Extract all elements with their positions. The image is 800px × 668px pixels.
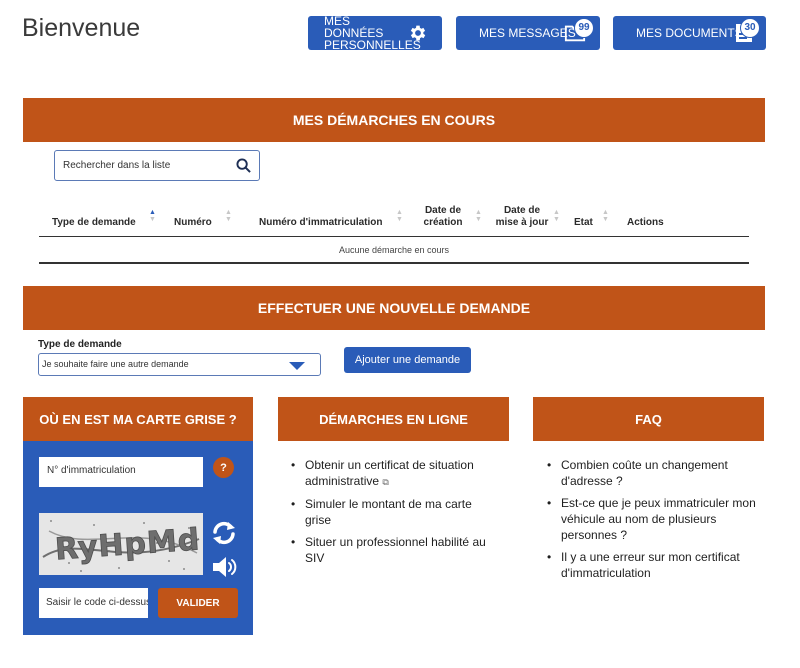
faq-link[interactable]: Il y a une erreur sur mon certificat d'i… xyxy=(561,550,740,580)
sort-icon[interactable]: ▲ xyxy=(225,209,232,216)
validate-button[interactable]: VALIDER xyxy=(158,588,238,618)
list-item[interactable]: Simuler le montant de ma carte grise xyxy=(291,496,501,528)
captcha-code-placeholder: Saisir le code ci-dessus xyxy=(46,597,148,608)
column-header-status[interactable]: Etat xyxy=(574,217,593,229)
add-request-button[interactable]: Ajouter une demande xyxy=(344,347,471,373)
sort-icon[interactable]: ▼ xyxy=(396,216,403,223)
online-procedure-link[interactable]: Situer un professionnel habilité au SIV xyxy=(305,535,486,565)
refresh-icon[interactable] xyxy=(211,521,237,550)
list-search-input[interactable] xyxy=(55,151,225,180)
faq-list: Combien coûte un changement d'adresse ? … xyxy=(547,457,757,587)
carte-grise-status-panel: N° d'immatriculation ? RyHpMd Saisir le … xyxy=(23,441,253,635)
captcha-image: RyHpMd xyxy=(39,513,203,575)
speaker-icon[interactable] xyxy=(211,555,239,584)
messages-button[interactable]: MES MESSAGES 99 xyxy=(456,16,600,50)
column-header-number[interactable]: Numéro xyxy=(174,217,212,229)
carte-grise-status-header: OÙ EN EST MA CARTE GRISE ? xyxy=(23,397,253,441)
external-link-icon: ⧉ xyxy=(382,477,389,487)
online-procedures-header: DÉMARCHES EN LIGNE xyxy=(278,397,509,441)
column-header-actions: Actions xyxy=(627,217,664,228)
column-header-type[interactable]: Type de demande xyxy=(52,217,136,229)
procedures-table-header: Type de demande ▲ ▼ Numéro ▲ ▼ Numéro d'… xyxy=(39,200,749,237)
sort-icon[interactable]: ▲ xyxy=(396,209,403,216)
online-procedure-link[interactable]: Simuler le montant de ma carte grise xyxy=(305,497,472,527)
sort-icon[interactable]: ▲ xyxy=(602,209,609,216)
list-item[interactable]: Est-ce que je peux immatriculer mon véhi… xyxy=(547,495,757,543)
list-search-box[interactable] xyxy=(54,150,260,181)
column-header-immatriculation[interactable]: Numéro d'immatriculation xyxy=(259,217,383,229)
sort-desc-icon[interactable]: ▼ xyxy=(149,216,156,223)
list-item[interactable]: Obtenir un certificat de situation admin… xyxy=(291,457,501,490)
current-procedures-header: MES DÉMARCHES EN COURS xyxy=(23,98,765,142)
faq-header: FAQ xyxy=(533,397,764,441)
documents-button[interactable]: MES DOCUMENTS 30 xyxy=(613,16,766,50)
immatriculation-input[interactable]: N° d'immatriculation xyxy=(39,457,203,487)
personal-data-label: MES DONNÉES PERSONNELLES xyxy=(324,14,421,52)
column-header-creation-date[interactable]: Date de création xyxy=(420,205,466,229)
request-type-label: Type de demande xyxy=(38,339,122,350)
sort-icon[interactable]: ▼ xyxy=(225,216,232,223)
faq-link[interactable]: Est-ce que je peux immatriculer mon véhi… xyxy=(561,496,756,542)
sort-icon[interactable]: ▼ xyxy=(553,216,560,223)
faq-link[interactable]: Combien coûte un changement d'adresse ? xyxy=(561,458,728,488)
list-item[interactable]: Situer un professionnel habilité au SIV xyxy=(291,534,501,566)
sort-icon[interactable]: ▼ xyxy=(602,216,609,223)
help-icon[interactable]: ? xyxy=(213,457,234,478)
messages-label: MES MESSAGES xyxy=(479,26,576,40)
sort-icon[interactable]: ▲ xyxy=(553,209,560,216)
sort-asc-icon[interactable]: ▲ xyxy=(149,209,156,216)
search-icon[interactable] xyxy=(236,158,251,178)
documents-label: MES DOCUMENTS xyxy=(636,26,743,40)
new-request-header: EFFECTUER UNE NOUVELLE DEMANDE xyxy=(23,286,765,330)
immatriculation-placeholder: N° d'immatriculation xyxy=(47,465,136,476)
chevron-down-icon[interactable] xyxy=(289,362,305,370)
empty-table-message: Aucune démarche en cours xyxy=(39,238,749,264)
sort-icon[interactable]: ▲ xyxy=(475,209,482,216)
captcha-code-input[interactable]: Saisir le code ci-dessus xyxy=(39,588,148,618)
documents-count-badge: 30 xyxy=(740,18,760,38)
request-type-selected-value: Je souhaite faire une autre demande xyxy=(42,359,189,369)
gear-icon xyxy=(408,23,428,45)
online-procedure-link[interactable]: Obtenir un certificat de situation admin… xyxy=(305,458,474,488)
personal-data-button[interactable]: MES DONNÉES PERSONNELLES xyxy=(308,14,442,52)
request-type-select[interactable]: Je souhaite faire une autre demande xyxy=(38,353,321,376)
sort-icon[interactable]: ▼ xyxy=(475,216,482,223)
list-item[interactable]: Combien coûte un changement d'adresse ? xyxy=(547,457,757,489)
messages-count-badge: 99 xyxy=(574,18,594,38)
column-header-update-date[interactable]: Date de mise à jour xyxy=(494,205,550,229)
online-procedures-list: Obtenir un certificat de situation admin… xyxy=(291,457,501,572)
list-item[interactable]: Il y a une erreur sur mon certificat d'i… xyxy=(547,549,757,581)
page-title: Bienvenue xyxy=(22,14,141,42)
